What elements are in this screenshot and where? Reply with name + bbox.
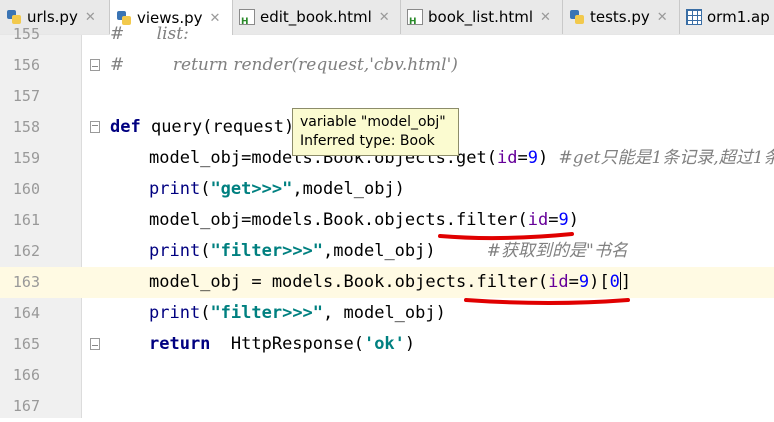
- type-hint-tooltip: variable "model_obj" Inferred type: Book: [292, 108, 459, 156]
- number-literal: 9: [527, 148, 538, 168]
- code-segment: model_obj = models.Book.objects.filter(: [149, 272, 549, 292]
- line-number: 156: [12, 56, 40, 74]
- code-segment: )[: [589, 272, 610, 292]
- line-number: 158: [12, 118, 40, 136]
- line-number: 155: [12, 25, 40, 43]
- code-text: model_obj=models.Book.objects.get(id=9) …: [149, 143, 774, 174]
- line-number: 164: [12, 304, 40, 322]
- builtin-print: print: [149, 303, 201, 323]
- comment-text: #获取到的是"书名: [486, 241, 628, 261]
- line-number: 157: [12, 87, 40, 105]
- keyword-argument: id: [527, 210, 549, 230]
- code-text: return HttpResponse('ok'): [149, 329, 415, 360]
- code-segment: ,model_obj): [292, 179, 405, 199]
- code-line: 162 print("filter>>>",model_obj) #获取到的是"…: [0, 236, 774, 267]
- builtin-print: print: [149, 241, 201, 261]
- code-segment: model_obj=models.Book.objects.filter(: [149, 210, 528, 230]
- comment-text: #get只能是1条记录,超过1条: [558, 148, 774, 168]
- code-segment: (: [200, 179, 211, 199]
- line-number: 162: [12, 242, 40, 260]
- line-number: 165: [12, 335, 40, 353]
- code-text: print("get>>>",model_obj): [149, 174, 405, 205]
- code-text: model_obj=models.Book.objects.filter(id=…: [149, 205, 579, 236]
- code-line: 155 # list:: [0, 19, 774, 50]
- line-number: 159: [12, 149, 40, 167]
- line-number: 167: [12, 397, 40, 415]
- code-line-current: 163 model_obj = models.Book.objects.filt…: [0, 267, 774, 298]
- code-segment: HttpResponse(: [210, 334, 364, 354]
- code-line: 161 model_obj=models.Book.objects.filter…: [0, 205, 774, 236]
- code-segment: ,model_obj): [323, 241, 487, 261]
- code-segment: (: [200, 303, 211, 323]
- number-literal: 9: [578, 272, 590, 292]
- line-number: 166: [12, 366, 40, 384]
- keyword-return: return: [149, 334, 211, 354]
- code-text: # return render(request,'cbv.html'): [110, 50, 458, 81]
- number-literal: 9: [558, 210, 569, 230]
- code-editor[interactable]: 155 # list: 156 # return render(request,…: [0, 24, 774, 418]
- fold-marker-icon[interactable]: [90, 121, 100, 133]
- code-segment: ): [404, 334, 416, 354]
- builtin-print: print: [149, 179, 201, 199]
- string-literal: "filter>>>": [210, 303, 324, 323]
- keyword-argument: id: [497, 148, 518, 168]
- number-literal: 0: [609, 272, 620, 292]
- code-segment: =: [568, 272, 579, 292]
- fold-marker-icon[interactable]: [90, 338, 100, 350]
- code-line: 164 print("filter>>>", model_obj): [0, 298, 774, 329]
- fold-marker-icon[interactable]: [90, 59, 100, 71]
- tooltip-variable-line: variable "model_obj": [300, 114, 446, 130]
- line-number: 163: [12, 273, 40, 291]
- code-line: 156 # return render(request,'cbv.html'): [0, 50, 774, 81]
- code-segment: ): [537, 148, 559, 168]
- tooltip-type-line: Inferred type: Book: [300, 133, 435, 149]
- code-segment: =: [517, 148, 528, 168]
- code-line: 160 print("get>>>",model_obj): [0, 174, 774, 205]
- comment-hash: #: [110, 55, 125, 75]
- line-number: 161: [12, 211, 40, 229]
- keyword-def: def: [110, 117, 141, 137]
- code-line: 165 return HttpResponse('ok'): [0, 329, 774, 360]
- comment-text: return render(request,'cbv.html'): [124, 55, 458, 75]
- line-number: 160: [12, 180, 40, 198]
- code-line: 167: [0, 391, 774, 422]
- code-segment: , model_obj): [323, 303, 446, 323]
- string-literal: "filter>>>": [210, 241, 324, 261]
- code-text: print("filter>>>", model_obj): [149, 298, 446, 329]
- string-literal: 'ok': [363, 334, 405, 354]
- code-segment: (: [200, 241, 211, 261]
- code-text: model_obj = models.Book.objects.filter(i…: [149, 267, 631, 298]
- code-segment: ): [568, 210, 579, 230]
- string-literal: "get>>>": [210, 179, 293, 199]
- keyword-argument: id: [548, 272, 569, 292]
- code-text: # list:: [110, 24, 189, 44]
- code-text: print("filter>>>",model_obj) #获取到的是"书名: [149, 236, 628, 267]
- code-segment: =: [548, 210, 559, 230]
- code-text: def query(request): [110, 112, 294, 143]
- code-segment: ]: [620, 272, 632, 292]
- code-line: 166: [0, 360, 774, 391]
- function-signature: query(request): [140, 117, 295, 137]
